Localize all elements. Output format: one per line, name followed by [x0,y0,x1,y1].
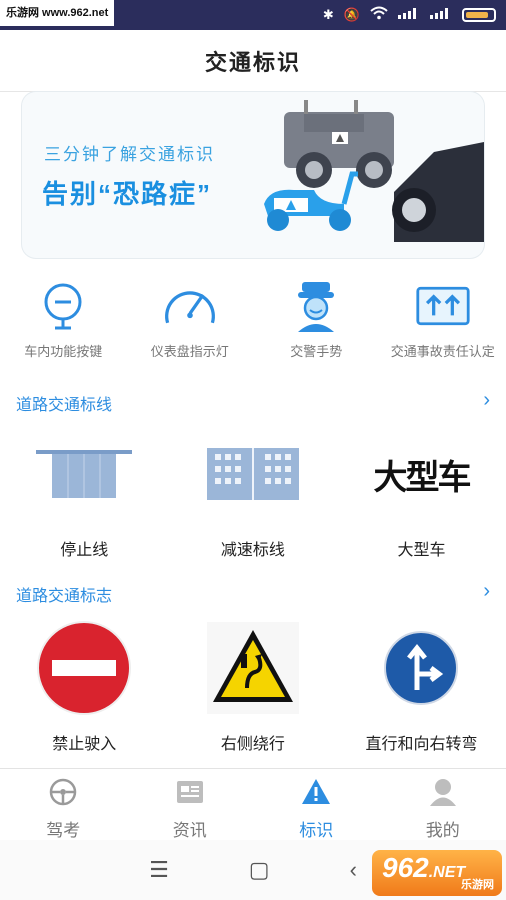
news-icon [175,777,205,812]
section-header-markings[interactable]: 道路交通标线 › [0,387,506,415]
status-bar: 乐游网 www.962.net ✱ 🔕 [0,0,506,30]
banner-subtitle: 三分钟了解交通标识 [44,145,215,164]
watermark-number: 962.NET [382,852,466,883]
accident-arrows-icon [415,278,471,334]
signs-row: 禁止驶入 右侧绕行 直行和向右转弯 [0,621,506,754]
traffic-police-icon [288,278,344,334]
stop-line-image [29,428,139,520]
signal-icon [398,7,420,22]
section-title: 道路交通标志 [16,588,113,605]
battery-icon [462,7,496,22]
no-entry-sign-icon [29,621,139,715]
category-label: 交警手势 [290,344,343,359]
item-label: 大型车 [397,542,446,559]
bottom-tab-bar: 驾考 资讯 标识 我的 [0,768,506,840]
sign-item-keep-right[interactable]: 右侧绕行 [169,622,338,754]
category-item-accident-liability[interactable]: 交通事故责任认定 [380,278,506,378]
tab-label: 资讯 [172,821,207,840]
tab-profile[interactable]: 我的 [380,769,506,840]
battery-level [466,11,488,18]
signal-icon [430,7,452,22]
sign-item-straight-or-right[interactable]: 直行和向右转弯 [337,622,506,754]
marking-item-stop-line[interactable]: 停止线 [0,428,169,560]
bluetooth-icon: ✱ [322,6,334,22]
steering-wheel-icon [48,777,78,812]
steering-button-icon [35,278,91,334]
category-label: 交通事故责任认定 [390,344,495,359]
marking-item-large-vehicle[interactable]: 大型车 大型车 [337,428,506,560]
category-item-dashboard-lights[interactable]: 仪表盘指示灯 [127,278,254,378]
tab-label: 驾考 [46,821,81,840]
home-icon[interactable]: ▢ [249,857,270,883]
category-item-console-buttons[interactable]: 车内功能按键 [0,278,127,378]
menu-icon[interactable]: ☰ [149,857,169,883]
category-label: 仪表盘指示灯 [150,344,229,359]
section-header-signs[interactable]: 道路交通标志 › [0,578,506,606]
user-icon [428,777,458,812]
tab-label: 标识 [299,821,334,840]
marking-item-deceleration-line[interactable]: 减速标线 [169,428,338,560]
markings-row: 停止线 减速标线 大型车 大型车 [0,428,506,560]
mute-icon: 🔕 [343,6,360,22]
category-label: 车内功能按键 [24,344,103,359]
deceleration-line-image [198,428,308,520]
marking-text: 大型车 [373,457,471,498]
tab-exam[interactable]: 驾考 [0,769,127,840]
status-icons: ✱ 🔕 [323,6,496,23]
section-title: 道路交通标线 [16,397,113,414]
speedometer-icon [162,278,218,334]
large-vehicle-text-image: 大型车 [366,428,476,520]
page-title: 交通标识 [204,49,301,75]
chevron-right-icon: › [483,580,490,602]
promo-banner[interactable]: 三分钟了解交通标识 告别“恐路症” [22,92,484,258]
banner-headline: 告别“恐路症” [42,179,213,209]
chevron-right-icon: › [483,389,490,411]
item-label: 直行和向右转弯 [365,736,478,753]
item-label: 右侧绕行 [220,736,285,753]
category-item-police-gestures[interactable]: 交警手势 [253,278,380,378]
item-label: 停止线 [60,542,109,559]
straight-or-right-sign-icon [366,622,476,714]
site-watermark-logo: 962.NET 乐游网 [372,850,502,896]
category-row: 车内功能按键 仪表盘指示灯 交警手势 交通事故责任认定 [0,278,506,378]
tab-signs[interactable]: 标识 [253,769,380,840]
item-label: 减速标线 [220,542,285,559]
back-icon[interactable]: ‹ [350,857,357,883]
tab-news[interactable]: 资讯 [127,769,254,840]
vehicles-illustration [264,100,484,242]
item-label: 禁止驶入 [52,736,117,753]
tab-label: 我的 [425,821,460,840]
sign-item-no-entry[interactable]: 禁止驶入 [0,621,169,754]
watermark-site: 乐游网 [461,879,494,891]
warning-sign-icon [301,777,331,812]
watermark-text: 乐游网 www.962.net [0,0,115,26]
wifi-icon [370,6,388,23]
keep-right-warning-sign-icon [198,622,308,714]
title-bar: 交通标识 [0,30,506,92]
